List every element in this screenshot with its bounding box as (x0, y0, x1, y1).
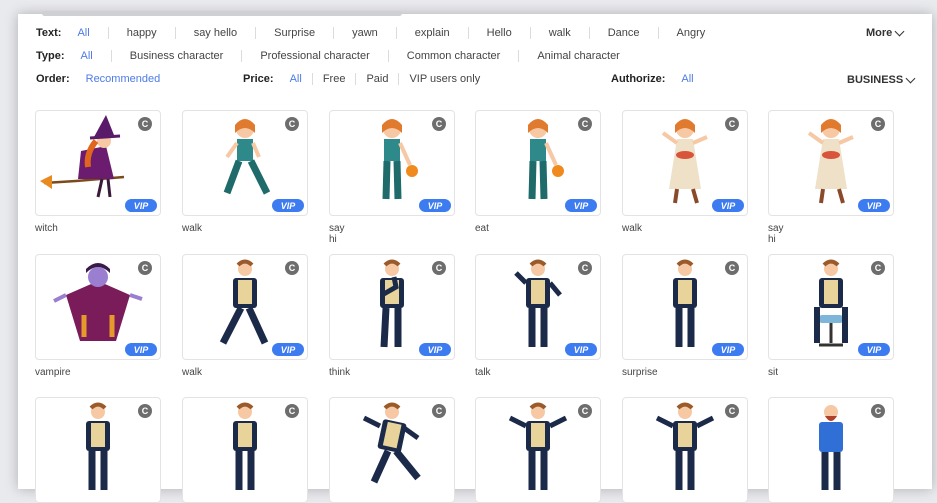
type-filter-option[interactable]: Professional character (260, 50, 369, 62)
type-filter-option[interactable]: Common character (407, 50, 501, 62)
character-card[interactable]: C VIP (182, 110, 308, 216)
vip-badge: VIP (712, 199, 744, 212)
character-card[interactable]: C VIP (329, 254, 455, 360)
character-caption[interactable]: vampire (35, 367, 71, 378)
type-filter-row: Type: All Business character Professiona… (36, 47, 620, 65)
character-card[interactable]: C VIP (622, 254, 748, 360)
copyright-badge: C (578, 261, 592, 275)
price-filter-option[interactable]: Paid (366, 73, 388, 85)
vip-badge: VIP (272, 343, 304, 356)
text-filter-option[interactable]: happy (127, 27, 157, 39)
text-filter-option[interactable]: All (77, 27, 89, 39)
character-caption[interactable]: think (329, 367, 350, 378)
character-card[interactable]: C VIP (475, 110, 601, 216)
character-caption[interactable]: walk (182, 367, 202, 378)
type-filter-option[interactable]: Animal character (537, 50, 620, 62)
text-filter-option[interactable]: explain (415, 27, 450, 39)
copyright-badge: C (578, 404, 592, 418)
vip-badge: VIP (125, 343, 157, 356)
character-card[interactable]: C VIP (35, 110, 161, 216)
copyright-badge: C (871, 261, 885, 275)
copyright-badge: C (725, 404, 739, 418)
character-card[interactable]: C VIP (475, 254, 601, 360)
copyright-badge: C (285, 261, 299, 275)
vip-badge: VIP (858, 199, 890, 212)
type-filter-label: Type: (36, 50, 65, 62)
price-filter-label: Price: (243, 73, 274, 85)
text-filter-option[interactable]: say hello (194, 27, 237, 39)
text-filter-option[interactable]: Angry (677, 27, 706, 39)
copyright-badge: C (138, 404, 152, 418)
vip-badge: VIP (858, 343, 890, 356)
order-filter-row: Order: Recommended (36, 70, 160, 88)
vip-badge: VIP (419, 343, 451, 356)
character-card[interactable]: C VIP (768, 110, 894, 216)
character-caption[interactable]: witch (35, 223, 58, 234)
text-filter-option[interactable]: Surprise (274, 27, 315, 39)
price-filter-option[interactable]: Free (323, 73, 346, 85)
authorize-option[interactable]: All (681, 73, 693, 85)
character-card[interactable]: C VIP (182, 254, 308, 360)
copyright-badge: C (871, 404, 885, 418)
vip-badge: VIP (272, 199, 304, 212)
character-card[interactable]: C VIP (35, 254, 161, 360)
type-filter-option[interactable]: Business character (130, 50, 224, 62)
text-filter-option[interactable]: walk (549, 27, 571, 39)
price-filter-row: Price: All Free Paid VIP users only (243, 70, 480, 88)
more-label: More (866, 27, 893, 39)
vip-badge: VIP (125, 199, 157, 212)
character-card[interactable]: C (35, 397, 161, 503)
text-filter-row: Text: All happy say hello Surprise yawn … (36, 24, 705, 42)
price-filter-option[interactable]: VIP users only (409, 73, 480, 85)
category-label: BUSINESS (847, 74, 904, 86)
copyright-badge: C (432, 404, 446, 418)
character-card[interactable]: C (622, 397, 748, 503)
order-filter-label: Order: (36, 73, 70, 85)
filter-bar: Text: All happy say hello Surprise yawn … (18, 14, 932, 94)
character-caption[interactable]: eat (475, 223, 489, 234)
copyright-badge: C (285, 404, 299, 418)
character-caption[interactable]: sit (768, 367, 778, 378)
copyright-badge: C (578, 117, 592, 131)
character-caption[interactable]: talk (475, 367, 491, 378)
character-caption[interactable]: walk (622, 223, 642, 234)
order-option[interactable]: Recommended (86, 73, 161, 85)
copyright-badge: C (871, 117, 885, 131)
character-caption[interactable]: say hi (768, 223, 784, 245)
type-filter-option[interactable]: All (81, 50, 93, 62)
copyright-badge: C (285, 117, 299, 131)
text-filter-option[interactable]: yawn (352, 27, 378, 39)
text-filter-label: Text: (36, 27, 62, 39)
copyright-badge: C (138, 261, 152, 275)
character-caption[interactable]: surprise (622, 367, 658, 378)
more-dropdown[interactable]: More (866, 26, 905, 39)
chevron-down-icon (894, 26, 905, 36)
copyright-badge: C (432, 261, 446, 275)
authorize-filter-label: Authorize: (611, 73, 666, 85)
text-filter-option[interactable]: Hello (487, 27, 512, 39)
character-card[interactable]: C (329, 397, 455, 503)
copyright-badge: C (432, 117, 446, 131)
content-panel: Text: All happy say hello Surprise yawn … (18, 11, 932, 503)
character-card[interactable]: C (475, 397, 601, 503)
character-card[interactable]: C (182, 397, 308, 503)
vip-badge: VIP (712, 343, 744, 356)
copyright-badge: C (725, 117, 739, 131)
character-card[interactable]: C VIP (768, 254, 894, 360)
character-caption[interactable]: walk (182, 223, 202, 234)
vip-badge: VIP (565, 199, 597, 212)
vip-badge: VIP (419, 199, 451, 212)
copyright-badge: C (138, 117, 152, 131)
character-card[interactable]: C VIP (622, 110, 748, 216)
character-card[interactable]: C VIP (329, 110, 455, 216)
price-filter-option[interactable]: All (290, 73, 302, 85)
authorize-filter-row: Authorize: All (611, 70, 694, 88)
copyright-badge: C (725, 261, 739, 275)
chevron-down-icon (905, 73, 916, 83)
character-caption[interactable]: say hi (329, 223, 345, 245)
category-dropdown[interactable]: BUSINESS (847, 73, 916, 86)
vip-badge: VIP (565, 343, 597, 356)
text-filter-option[interactable]: Dance (608, 27, 640, 39)
character-card[interactable]: C (768, 397, 894, 503)
